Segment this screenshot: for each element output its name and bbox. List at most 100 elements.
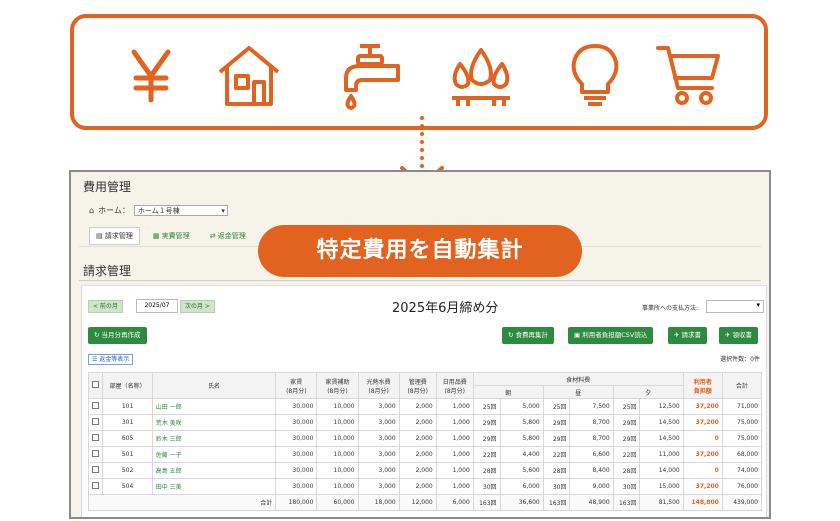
table-cell: 75,000 [721,414,763,431]
table-cell: 12,500 [639,398,684,415]
month-input[interactable]: 2025/07 [136,299,178,313]
table-cell: 4,400 [499,446,544,463]
total-label: 合計 [87,494,277,511]
table-cell: 37,200 [682,446,723,463]
house-icon [218,46,280,106]
total-cell: 36,600 [499,494,544,511]
table-cell: 6,600 [569,446,614,463]
col-management: 管理費 (8月分) [398,372,437,399]
table-cell: 14,500 [639,430,684,447]
select-all-checkbox[interactable] [87,372,104,399]
table-cell: 501 [102,446,153,463]
yen-icon [131,49,171,103]
table-cell: 25回 [542,398,571,415]
total-cell: 48,900 [569,494,614,511]
table-cell: 1,000 [435,446,474,463]
table-cell: 22回 [612,446,641,463]
table-row[interactable]: 301 荒木 美咲 30,000 10,000 3,000 2,000 1,000 29回 5,… [87,414,763,431]
table-cell: 68,000 [721,446,763,463]
payment-method-select[interactable] [706,300,764,313]
total-cell: 163回 [542,494,571,511]
table-cell: 8,400 [569,462,614,479]
row-checkbox[interactable] [87,414,104,431]
table-cell: 5,800 [499,414,544,431]
resident-name-link[interactable]: 荒木 美咲 [151,414,277,431]
next-month-button[interactable]: 次の月 > [180,300,215,313]
col-name: 氏名 [151,372,277,399]
table-cell: 3,000 [357,430,400,447]
home-label: ホーム： [98,206,130,215]
row-checkbox[interactable] [87,446,104,463]
table-cell: 30回 [472,478,501,495]
col-dinner: 夕 [612,385,684,399]
table-cell: 29回 [472,430,501,447]
resident-name-link[interactable]: 佐藤 一子 [151,446,277,463]
col-room: 部屋（名称） [102,372,153,399]
table-cell: 30,000 [275,398,318,415]
table-cell: 101 [102,398,153,415]
table-row[interactable]: 101 山田 一郎 30,000 10,000 3,000 2,000 1,000 25回 5,… [87,398,763,415]
row-checkbox[interactable] [87,462,104,479]
home-select[interactable]: ホーム１号棟 [133,205,228,217]
table-row[interactable]: 504 田中 三美 30,000 10,000 3,000 2,000 1,000 30回 6,… [87,478,763,495]
resident-name-link[interactable]: 鈴木 三郎 [151,430,277,447]
table-cell: 3,000 [357,478,400,495]
table-cell: 71,000 [721,398,763,415]
invoice-button[interactable]: ✈ 請求書 [668,327,708,344]
table-cell: 10,000 [316,414,359,431]
table-cell: 29回 [542,414,571,431]
tab-billing[interactable]: ▤ 請求管理 [89,227,140,245]
table-cell: 30,000 [275,462,318,479]
resident-name-link[interactable]: 山田 一郎 [151,398,277,415]
row-checkbox[interactable] [87,398,104,415]
table-row[interactable]: 501 佐藤 一子 30,000 10,000 3,000 2,000 1,000 22回 4,… [87,446,763,463]
row-checkbox[interactable] [87,478,104,495]
resident-name-link[interactable]: 高島 五郎 [151,462,277,479]
table-cell: 1,000 [435,478,474,495]
table-cell: 29回 [472,414,501,431]
home-selector-row: ⌂ ホーム： ホーム１号棟 [89,205,228,217]
col-breakfast: 朝 [472,385,544,399]
table-cell: 7,500 [569,398,614,415]
table-cell: 37,200 [682,414,723,431]
col-lunch: 昼 [542,385,614,399]
total-cell: 163回 [612,494,641,511]
table-cell: 3,000 [357,414,400,431]
csv-import-button[interactable]: ▣ 利用者負担額CSV読込 [568,327,654,344]
table-cell: 5,800 [499,430,544,447]
col-rent-subsidy: 家賃補助 (8月分) [316,372,359,399]
app-title: 費用管理 [83,180,132,194]
table-cell: 14,500 [639,414,684,431]
table-cell: 0 [682,462,723,479]
table-cell: 3,000 [357,398,400,415]
table-cell: 28回 [542,462,571,479]
table-cell: 1,000 [435,398,474,415]
payment-method-label: 事業所への支払方法: [642,305,699,312]
table-cell: 30,000 [275,430,318,447]
table-cell: 14,000 [639,462,684,479]
table-cell: 9,000 [569,478,614,495]
resident-name-link[interactable]: 田中 三美 [151,478,277,495]
table-cell: 28回 [612,462,641,479]
flame-icon [452,48,510,106]
table-total-row: 合計 180,000 60,000 18,000 12,000 6,000 163回 36,6… [87,494,763,511]
table-cell: 3,000 [357,462,400,479]
tab-expenses[interactable]: ▦ 実費管理 [146,227,197,245]
total-cell: 148,800 [682,494,723,511]
table-row[interactable]: 605 鈴木 三郎 30,000 10,000 3,000 2,000 1,000 29回 5,… [87,430,763,447]
table-cell: 29回 [612,414,641,431]
row-checkbox[interactable] [87,430,104,447]
table-cell: 10,000 [316,462,359,479]
recreate-button[interactable]: ↻ 当月分再作成 [88,327,147,344]
col-food: 食材料費 [472,372,684,386]
table-cell: 2,000 [398,430,437,447]
table-row[interactable]: 502 高島 五郎 30,000 10,000 3,000 2,000 1,000 28回 5,… [87,462,763,479]
recalc-food-button[interactable]: ↻ 食費再集計 [502,327,555,344]
table-cell: 10,000 [316,446,359,463]
refund-display-toggle[interactable]: ☰ 返金等表示 [88,354,134,365]
prev-month-button[interactable]: < 前の月 [88,300,123,313]
table-cell: 30回 [542,478,571,495]
table-cell: 301 [102,414,153,431]
receipt-button[interactable]: ✈ 領収書 [719,327,759,344]
tab-refunds[interactable]: ⇄ 返金管理 [203,227,253,245]
